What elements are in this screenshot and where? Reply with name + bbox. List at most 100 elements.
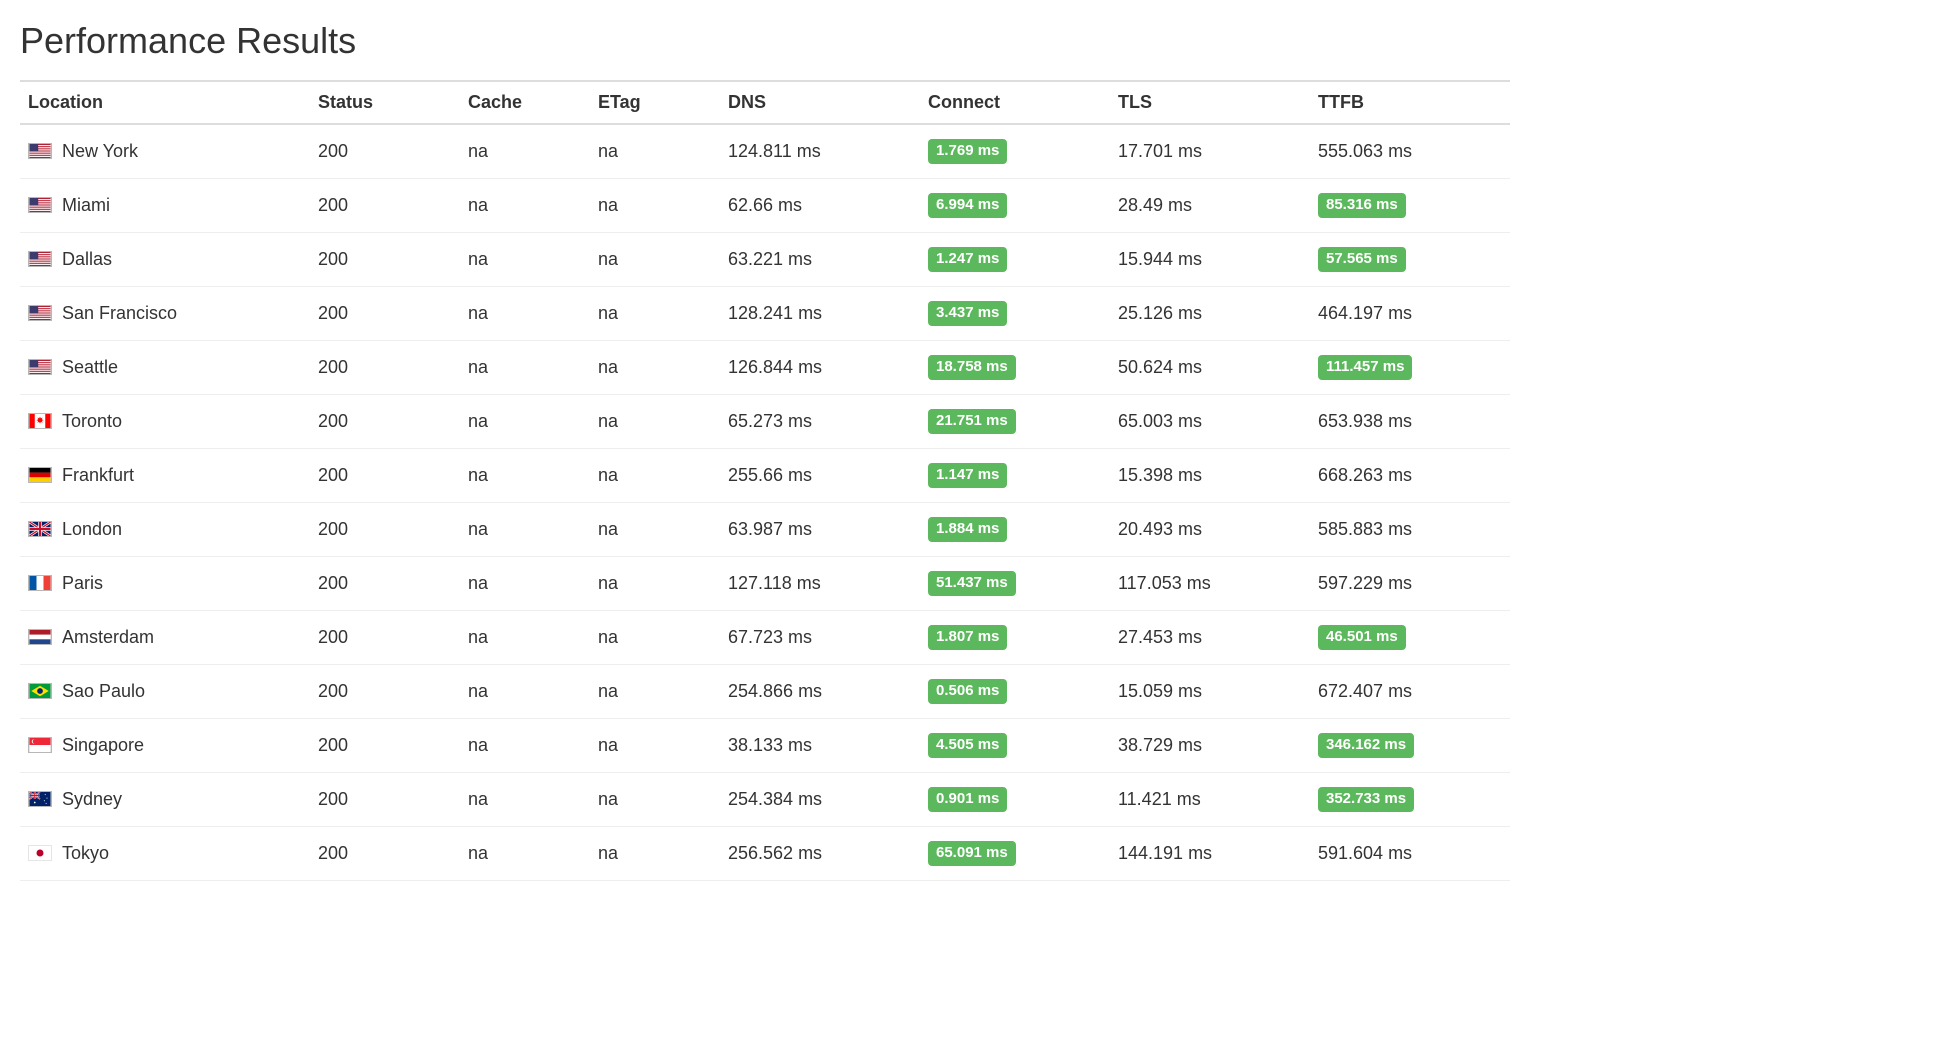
cell-etag: na: [590, 124, 720, 179]
location-name: Miami: [62, 195, 110, 215]
cell-connect: 18.758 ms: [920, 341, 1110, 395]
cell-location: Sao Paulo: [20, 665, 310, 719]
location-name: San Francisco: [62, 303, 177, 323]
table-row: Paris200nana127.118 ms51.437 ms117.053 m…: [20, 557, 1510, 611]
cell-status: 200: [310, 557, 460, 611]
cell-connect: 4.505 ms: [920, 719, 1110, 773]
cell-etag: na: [590, 827, 720, 881]
flag-icon: [28, 467, 52, 483]
connect-badge: 1.247 ms: [928, 247, 1007, 272]
flag-icon: [28, 737, 52, 753]
cell-dns: 67.723 ms: [720, 611, 920, 665]
cell-cache: na: [460, 557, 590, 611]
table-row: Tokyo200nana256.562 ms65.091 ms144.191 m…: [20, 827, 1510, 881]
table-row: New York200nana124.811 ms1.769 ms17.701 …: [20, 124, 1510, 179]
cell-dns: 62.66 ms: [720, 179, 920, 233]
cell-ttfb: 352.733 ms: [1310, 773, 1510, 827]
cell-location: Frankfurt: [20, 449, 310, 503]
cell-tls: 15.059 ms: [1110, 665, 1310, 719]
table-row: Amsterdam200nana67.723 ms1.807 ms27.453 …: [20, 611, 1510, 665]
cell-location: Seattle: [20, 341, 310, 395]
cell-location: Tokyo: [20, 827, 310, 881]
ttfb-badge: 111.457 ms: [1318, 355, 1412, 380]
cell-ttfb: 57.565 ms: [1310, 233, 1510, 287]
location-name: London: [62, 519, 122, 539]
cell-dns: 124.811 ms: [720, 124, 920, 179]
cell-etag: na: [590, 719, 720, 773]
location-name: Toronto: [62, 411, 122, 431]
cell-dns: 65.273 ms: [720, 395, 920, 449]
table-header-row: Location Status Cache ETag DNS Connect T…: [20, 81, 1510, 124]
table-row: Miami200nana62.66 ms6.994 ms28.49 ms85.3…: [20, 179, 1510, 233]
cell-etag: na: [590, 773, 720, 827]
connect-badge: 21.751 ms: [928, 409, 1016, 434]
cell-status: 200: [310, 233, 460, 287]
cell-ttfb: 672.407 ms: [1310, 665, 1510, 719]
flag-icon: [28, 359, 52, 375]
cell-etag: na: [590, 395, 720, 449]
cell-location: Singapore: [20, 719, 310, 773]
cell-status: 200: [310, 395, 460, 449]
cell-connect: 1.769 ms: [920, 124, 1110, 179]
cell-cache: na: [460, 395, 590, 449]
ttfb-badge: 85.316 ms: [1318, 193, 1406, 218]
cell-connect: 51.437 ms: [920, 557, 1110, 611]
col-dns: DNS: [720, 81, 920, 124]
cell-tls: 65.003 ms: [1110, 395, 1310, 449]
cell-connect: 3.437 ms: [920, 287, 1110, 341]
ttfb-badge: 352.733 ms: [1318, 787, 1414, 812]
cell-status: 200: [310, 124, 460, 179]
cell-status: 200: [310, 719, 460, 773]
cell-status: 200: [310, 773, 460, 827]
col-location: Location: [20, 81, 310, 124]
cell-cache: na: [460, 179, 590, 233]
cell-status: 200: [310, 341, 460, 395]
connect-badge: 18.758 ms: [928, 355, 1016, 380]
cell-ttfb: 597.229 ms: [1310, 557, 1510, 611]
col-connect: Connect: [920, 81, 1110, 124]
cell-status: 200: [310, 287, 460, 341]
table-body: New York200nana124.811 ms1.769 ms17.701 …: [20, 124, 1510, 881]
location-name: Paris: [62, 573, 103, 593]
table-row: London200nana63.987 ms1.884 ms20.493 ms5…: [20, 503, 1510, 557]
col-status: Status: [310, 81, 460, 124]
cell-location: Dallas: [20, 233, 310, 287]
cell-cache: na: [460, 233, 590, 287]
results-table: Location Status Cache ETag DNS Connect T…: [20, 80, 1510, 881]
col-etag: ETag: [590, 81, 720, 124]
cell-dns: 254.866 ms: [720, 665, 920, 719]
cell-ttfb: 346.162 ms: [1310, 719, 1510, 773]
location-name: Dallas: [62, 249, 112, 269]
cell-tls: 15.398 ms: [1110, 449, 1310, 503]
cell-cache: na: [460, 719, 590, 773]
cell-tls: 15.944 ms: [1110, 233, 1310, 287]
connect-badge: 6.994 ms: [928, 193, 1007, 218]
flag-icon: [28, 845, 52, 861]
table-row: Sydney200nana254.384 ms0.901 ms11.421 ms…: [20, 773, 1510, 827]
cell-connect: 65.091 ms: [920, 827, 1110, 881]
cell-location: Amsterdam: [20, 611, 310, 665]
cell-cache: na: [460, 611, 590, 665]
flag-icon: [28, 251, 52, 267]
cell-connect: 0.901 ms: [920, 773, 1110, 827]
cell-location: Toronto: [20, 395, 310, 449]
connect-badge: 1.807 ms: [928, 625, 1007, 650]
cell-status: 200: [310, 179, 460, 233]
cell-status: 200: [310, 449, 460, 503]
location-name: Amsterdam: [62, 627, 154, 647]
flag-icon: [28, 791, 52, 807]
col-tls: TLS: [1110, 81, 1310, 124]
flag-icon: [28, 575, 52, 591]
cell-connect: 1.884 ms: [920, 503, 1110, 557]
cell-cache: na: [460, 341, 590, 395]
cell-connect: 0.506 ms: [920, 665, 1110, 719]
cell-status: 200: [310, 503, 460, 557]
cell-etag: na: [590, 557, 720, 611]
cell-connect: 1.247 ms: [920, 233, 1110, 287]
col-ttfb: TTFB: [1310, 81, 1510, 124]
cell-dns: 63.221 ms: [720, 233, 920, 287]
cell-ttfb: 85.316 ms: [1310, 179, 1510, 233]
flag-icon: [28, 521, 52, 537]
cell-tls: 50.624 ms: [1110, 341, 1310, 395]
cell-tls: 117.053 ms: [1110, 557, 1310, 611]
